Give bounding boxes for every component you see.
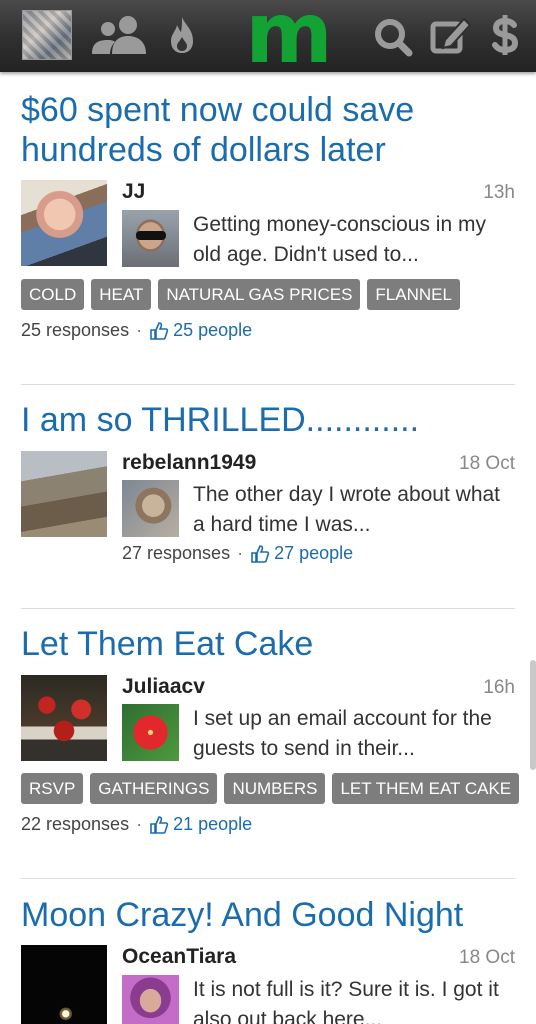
post-excerpt[interactable]: The other day I wrote about what a hard … [193,480,503,540]
flame-icon[interactable] [166,14,198,56]
people-icon[interactable] [88,14,152,56]
divider [21,878,515,879]
responses-count[interactable]: 25 responses [21,320,129,341]
post-image[interactable] [21,945,107,1024]
post-title[interactable]: I am so THRILLED............ [21,400,516,440]
likes[interactable]: 21 people [149,814,252,835]
thumbs-up-icon [251,544,270,563]
feed-item: I am so THRILLED............ rebelann194… [0,384,536,609]
author-avatar[interactable] [122,975,179,1024]
feed-item: Let Them Eat Cake Juliaacv 16h I set up … [0,608,536,880]
post-excerpt[interactable]: It is not full is it? Sure it is. I got … [193,975,503,1024]
app-logo[interactable]: m [245,0,333,75]
separator-dot: · [237,543,244,563]
tag[interactable]: HEAT [91,279,152,310]
thumbs-up-icon [150,815,169,834]
separator-dot: · [136,320,143,340]
post-time: 18 Oct [459,453,515,474]
tag-list: COLD HEAT NATURAL GAS PRICES FLANNEL [21,279,460,310]
tag[interactable]: RSVP [21,773,84,804]
tag[interactable]: FLANNEL [367,279,460,310]
author-name[interactable]: JJ [122,180,145,204]
author-avatar[interactable] [122,480,179,537]
profile-thumbnail[interactable] [22,10,72,60]
scrollbar[interactable] [530,660,536,770]
feed-item: $60 spent now could save hundreds of dol… [0,72,536,392]
feed-item: Moon Crazy! And Good Night OceanTiara 18… [0,880,536,1024]
post-stats: 25 responses · 25 people [21,320,252,341]
post-title[interactable]: Let Them Eat Cake [21,624,516,664]
post-time: 13h [483,182,515,203]
author-name[interactable]: rebelann1949 [122,451,256,475]
author-name[interactable]: OceanTiara [122,945,236,969]
post-excerpt[interactable]: I set up an email account for the guests… [193,704,503,764]
post-image[interactable] [21,675,107,761]
post-image[interactable] [21,180,107,266]
likes[interactable]: 27 people [250,543,353,564]
post-stats: 27 responses · 27 people [122,543,353,564]
tag[interactable]: NUMBERS [224,773,326,804]
top-bar: m [0,0,536,75]
post-image[interactable] [21,451,107,537]
thumbs-up-icon [150,321,169,340]
tag[interactable]: NATURAL GAS PRICES [158,279,361,310]
post-title[interactable]: Moon Crazy! And Good Night [21,895,516,935]
responses-count[interactable]: 22 responses [21,814,129,835]
separator-dot: · [136,814,143,834]
author-avatar[interactable] [122,704,179,761]
people-count: 21 people [173,814,253,834]
author-name[interactable]: Juliaacv [122,675,205,699]
tag[interactable]: COLD [21,279,85,310]
people-count: 27 people [274,543,354,563]
post-stats: 22 responses · 21 people [21,814,252,835]
author-avatar[interactable] [122,210,179,267]
post-title[interactable]: $60 spent now could save hundreds of dol… [21,90,516,170]
tag[interactable]: LET THEM EAT CAKE [332,773,520,804]
post-time: 18 Oct [459,947,515,968]
likes[interactable]: 25 people [149,320,252,341]
tag-list: RSVP GATHERINGS NUMBERS LET THEM EAT CAK… [21,773,520,804]
post-excerpt[interactable]: Getting money-conscious in my old age. D… [193,210,503,270]
search-icon[interactable] [372,16,414,58]
responses-count[interactable]: 27 responses [122,543,230,564]
tag[interactable]: GATHERINGS [90,773,218,804]
people-count: 25 people [173,320,253,340]
compose-icon[interactable] [430,14,472,56]
dollar-icon[interactable] [488,12,522,58]
post-time: 16h [483,677,515,698]
